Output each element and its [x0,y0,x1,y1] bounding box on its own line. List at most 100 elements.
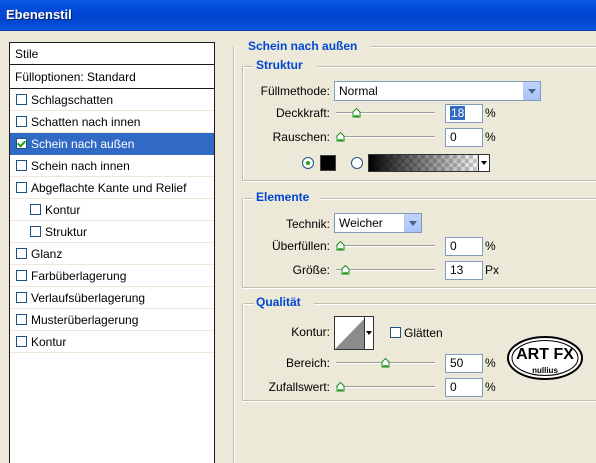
rauschen-slider[interactable] [336,132,435,142]
zufallswert-label: Zufallswert: [268,380,330,394]
zufallswert-input[interactable]: 0 [445,378,483,397]
style-item-label: Verlaufsüberlagerung [31,290,146,305]
zufallswert-unit: % [485,380,496,394]
deckkraft-slider[interactable] [336,108,435,118]
bereich-unit: % [485,356,496,370]
zufallswert-slider[interactable] [336,382,435,392]
rauschen-unit: % [485,130,496,144]
style-item-checkbox[interactable] [16,116,27,127]
style-list[interactable]: Stile Fülloptionen: Standard Schlagschat… [9,42,215,463]
style-item-checkbox[interactable] [30,226,41,237]
style-item-label: Schein nach innen [31,158,130,173]
gradient-radio[interactable] [351,157,363,169]
fuellmethode-value: Normal [339,84,378,98]
contour-preview-icon [335,317,366,349]
bereich-label: Bereich: [285,356,330,370]
technik-label: Technik: [285,217,330,231]
style-item-checkbox[interactable] [16,94,27,105]
struktur-border-bottom [242,180,596,182]
deckkraft-label: Deckkraft: [275,106,330,120]
fill-options-item[interactable]: Fülloptionen: Standard [10,65,214,89]
qualitaet-border-bottom [242,400,596,402]
style-item[interactable]: Verlaufsüberlagerung [10,287,214,309]
style-item-label: Abgeflachte Kante und Relief [31,180,187,195]
style-item-checkbox[interactable] [16,160,27,171]
elemente-title: Elemente [256,190,316,204]
technik-select[interactable]: Weicher [334,213,422,233]
ueberfuellen-unit: % [485,239,496,253]
bereich-value: 50 [450,356,464,370]
style-item[interactable]: Farbüberlagerung [10,265,214,287]
struktur-border-top [318,66,596,68]
chevron-down-icon[interactable] [404,214,421,232]
style-item-checkbox[interactable] [16,314,27,325]
style-list-header[interactable]: Stile [10,43,214,65]
style-item-checkbox[interactable] [16,336,27,347]
slider-track [336,136,435,138]
style-item-checkbox[interactable] [30,204,41,215]
slider-track [336,386,435,388]
section-left-border [233,46,235,463]
contour-picker[interactable] [334,316,374,350]
qualitaet-title: Qualität [256,295,307,309]
rauschen-label: Rauschen: [272,130,330,144]
rauschen-input[interactable]: 0 [445,128,483,147]
style-item-checkbox[interactable] [16,270,27,281]
style-item[interactable]: Schlagschatten [10,89,214,111]
slider-thumb-icon[interactable] [381,358,390,368]
ueberfuellen-value: 0 [450,239,457,253]
fuellmethode-select[interactable]: Normal [334,81,541,101]
style-item-label: Kontur [45,202,81,217]
style-item[interactable]: Kontur [10,199,214,221]
style-item-label: Musterüberlagerung [31,312,139,327]
technik-value: Weicher [339,216,383,230]
style-item-label: Struktur [45,224,88,239]
ueberfuellen-slider[interactable] [336,241,435,251]
style-item[interactable]: Kontur [10,331,214,353]
rauschen-value: 0 [450,130,457,144]
groesse-input[interactable]: 13 [445,261,483,280]
solid-color-radio[interactable] [302,157,314,169]
slider-thumb-icon[interactable] [352,108,361,118]
style-item-checkbox[interactable] [16,292,27,303]
elemente-border-bottom [242,287,596,289]
struktur-title: Struktur [256,58,309,72]
style-item-checkbox[interactable] [16,248,27,259]
gradient-picker[interactable] [368,154,490,172]
style-item-label: Farbüberlagerung [31,268,127,283]
struktur-border-left [242,66,244,180]
style-item-label: Schatten nach innen [31,114,141,129]
chevron-down-icon[interactable] [364,317,373,349]
slider-thumb-icon[interactable] [336,382,345,392]
style-item[interactable]: Abgeflachte Kante und Relief [10,177,214,199]
style-item[interactable]: Glanz [10,243,214,265]
ueberfuellen-label: Überfüllen: [271,239,330,253]
slider-thumb-icon[interactable] [336,132,345,142]
chevron-down-icon[interactable] [523,82,540,100]
deckkraft-input[interactable]: 18 [445,104,483,123]
style-item-checkbox[interactable] [16,182,27,193]
groesse-slider[interactable] [336,265,435,275]
style-item[interactable]: Musterüberlagerung [10,309,214,331]
style-item[interactable]: Struktur [10,221,214,243]
chevron-down-icon[interactable] [478,155,489,171]
kontur-label: Kontur: [291,325,330,339]
window-title: Ebenenstil [6,7,72,22]
style-item-label: Kontur [31,334,67,349]
slider-thumb-icon[interactable] [336,241,345,251]
slider-thumb-icon[interactable] [341,265,350,275]
style-item[interactable]: Schein nach außen [10,133,214,155]
slider-track [336,269,435,271]
ueberfuellen-input[interactable]: 0 [445,237,483,256]
bereich-input[interactable]: 50 [445,354,483,373]
title-bar[interactable]: Ebenenstil [0,0,596,31]
elemente-border-top [320,198,596,200]
style-item[interactable]: Schein nach innen [10,155,214,177]
color-swatch[interactable] [320,155,336,171]
glaetten-checkbox[interactable] [390,327,401,338]
bereich-slider[interactable] [336,358,435,368]
style-item-checkbox[interactable] [16,138,27,149]
style-item[interactable]: Schatten nach innen [10,111,214,133]
section-divider [370,46,596,48]
fuellmethode-label: Füllmethode: [260,84,330,98]
